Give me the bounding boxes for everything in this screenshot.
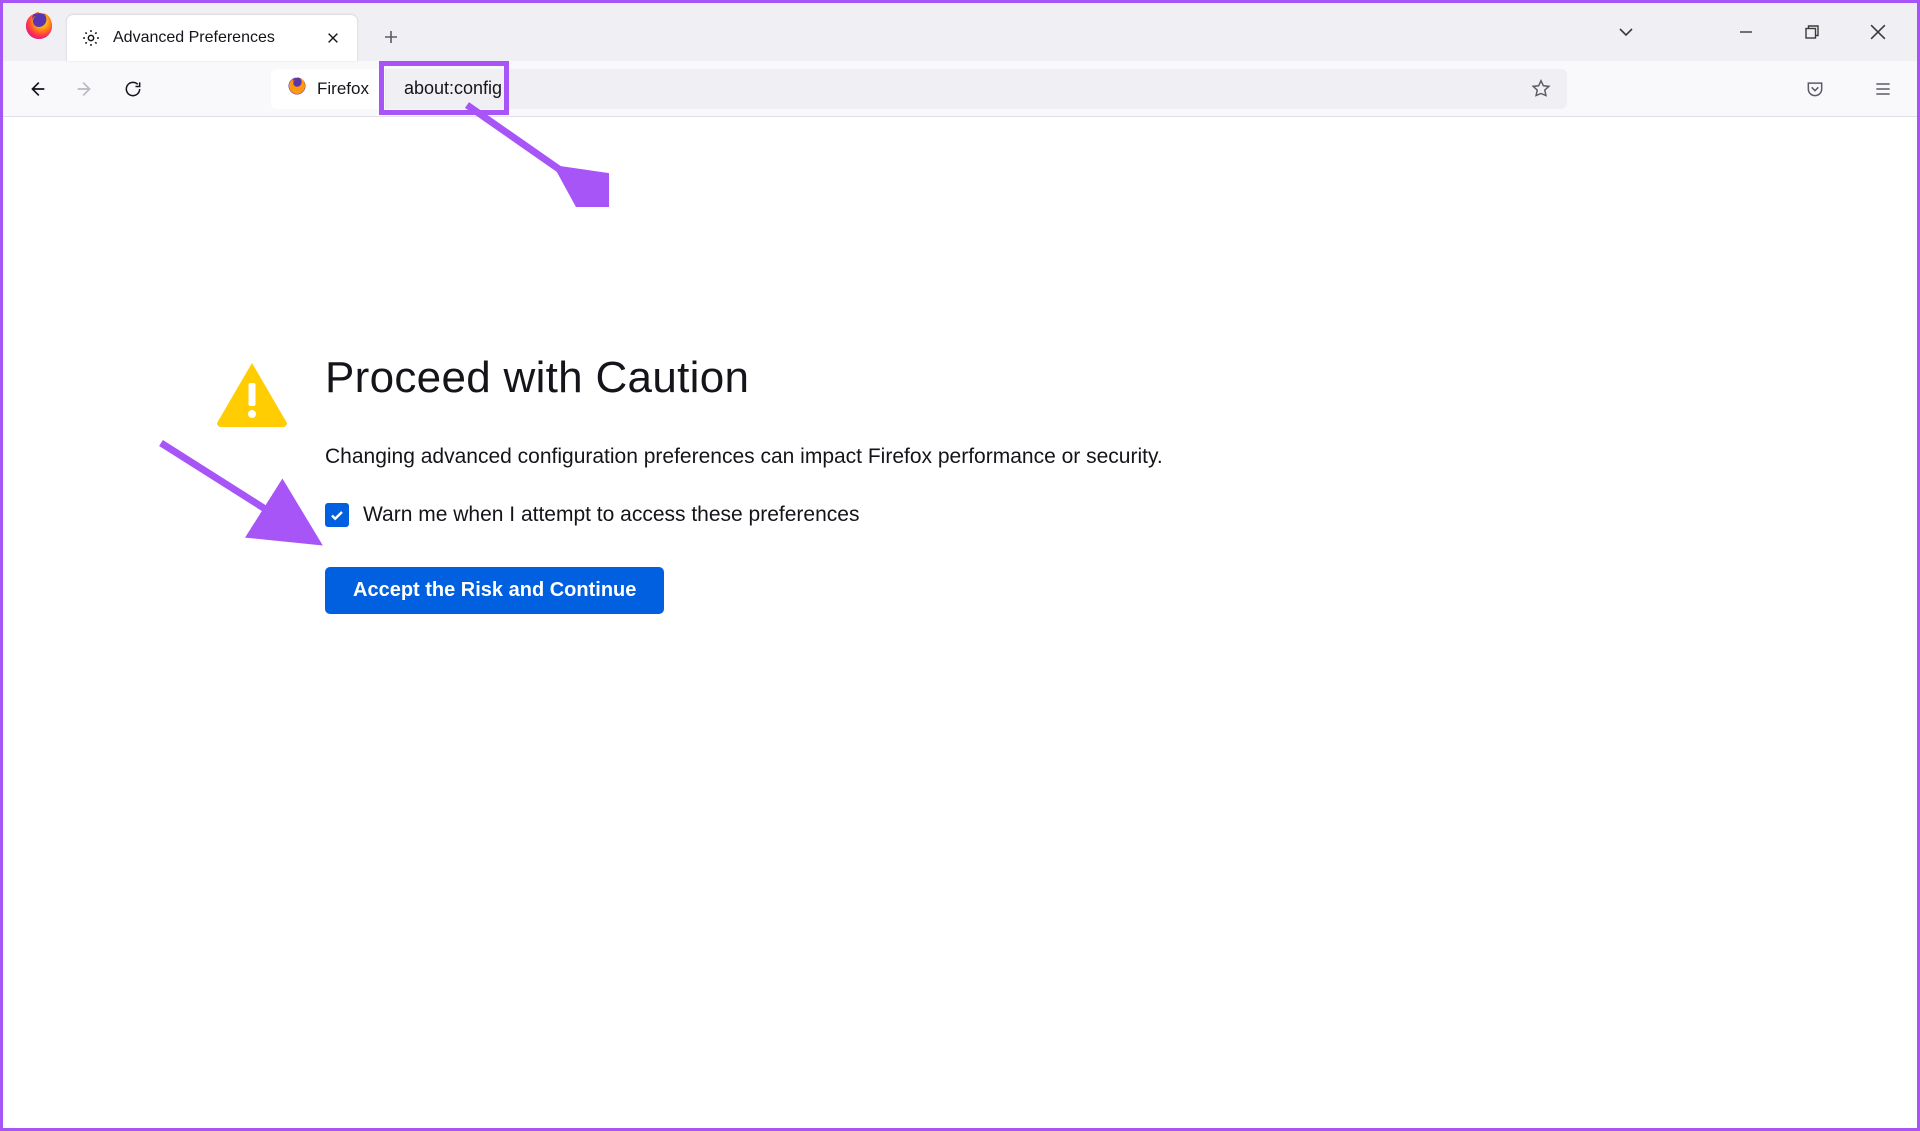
warning-title: Proceed with Caution bbox=[325, 353, 1163, 403]
identity-box[interactable]: Firefox bbox=[271, 69, 386, 109]
close-window-button[interactable] bbox=[1867, 21, 1889, 43]
close-icon[interactable] bbox=[323, 28, 343, 48]
warning-triangle-icon bbox=[215, 361, 289, 427]
back-button[interactable] bbox=[17, 69, 57, 109]
warn-checkbox-row[interactable]: Warn me when I attempt to access these p… bbox=[325, 503, 1163, 527]
warning-description: Changing advanced configuration preferen… bbox=[325, 445, 1163, 469]
url-text: about:config bbox=[386, 69, 520, 109]
minimize-button[interactable] bbox=[1735, 21, 1757, 43]
firefox-logo-icon bbox=[287, 76, 307, 101]
browser-tab[interactable]: Advanced Preferences bbox=[67, 15, 357, 61]
warning-panel: Proceed with Caution Changing advanced c… bbox=[215, 353, 1163, 614]
page-content: Proceed with Caution Changing advanced c… bbox=[3, 117, 1917, 1128]
bookmark-star-icon[interactable] bbox=[1525, 73, 1557, 105]
checkbox-label: Warn me when I attempt to access these p… bbox=[363, 503, 859, 527]
firefox-app-icon bbox=[23, 10, 55, 42]
gear-icon bbox=[81, 28, 101, 48]
navigation-toolbar: Firefox about:config bbox=[3, 61, 1917, 117]
new-tab-button[interactable] bbox=[371, 17, 411, 57]
checkbox-checked-icon[interactable] bbox=[325, 503, 349, 527]
identity-label: Firefox bbox=[317, 79, 369, 99]
maximize-button[interactable] bbox=[1801, 21, 1823, 43]
chevron-down-icon[interactable] bbox=[1615, 21, 1637, 43]
tab-strip: Advanced Preferences bbox=[3, 3, 1917, 61]
forward-button[interactable] bbox=[65, 69, 105, 109]
pocket-icon[interactable] bbox=[1795, 69, 1835, 109]
toolbar-right bbox=[1795, 69, 1903, 109]
hamburger-menu-icon[interactable] bbox=[1863, 69, 1903, 109]
tab-title: Advanced Preferences bbox=[113, 29, 311, 47]
accept-risk-button[interactable]: Accept the Risk and Continue bbox=[325, 567, 664, 614]
reload-button[interactable] bbox=[113, 69, 153, 109]
window-controls bbox=[1615, 3, 1913, 61]
url-bar[interactable]: Firefox about:config bbox=[271, 69, 1567, 109]
